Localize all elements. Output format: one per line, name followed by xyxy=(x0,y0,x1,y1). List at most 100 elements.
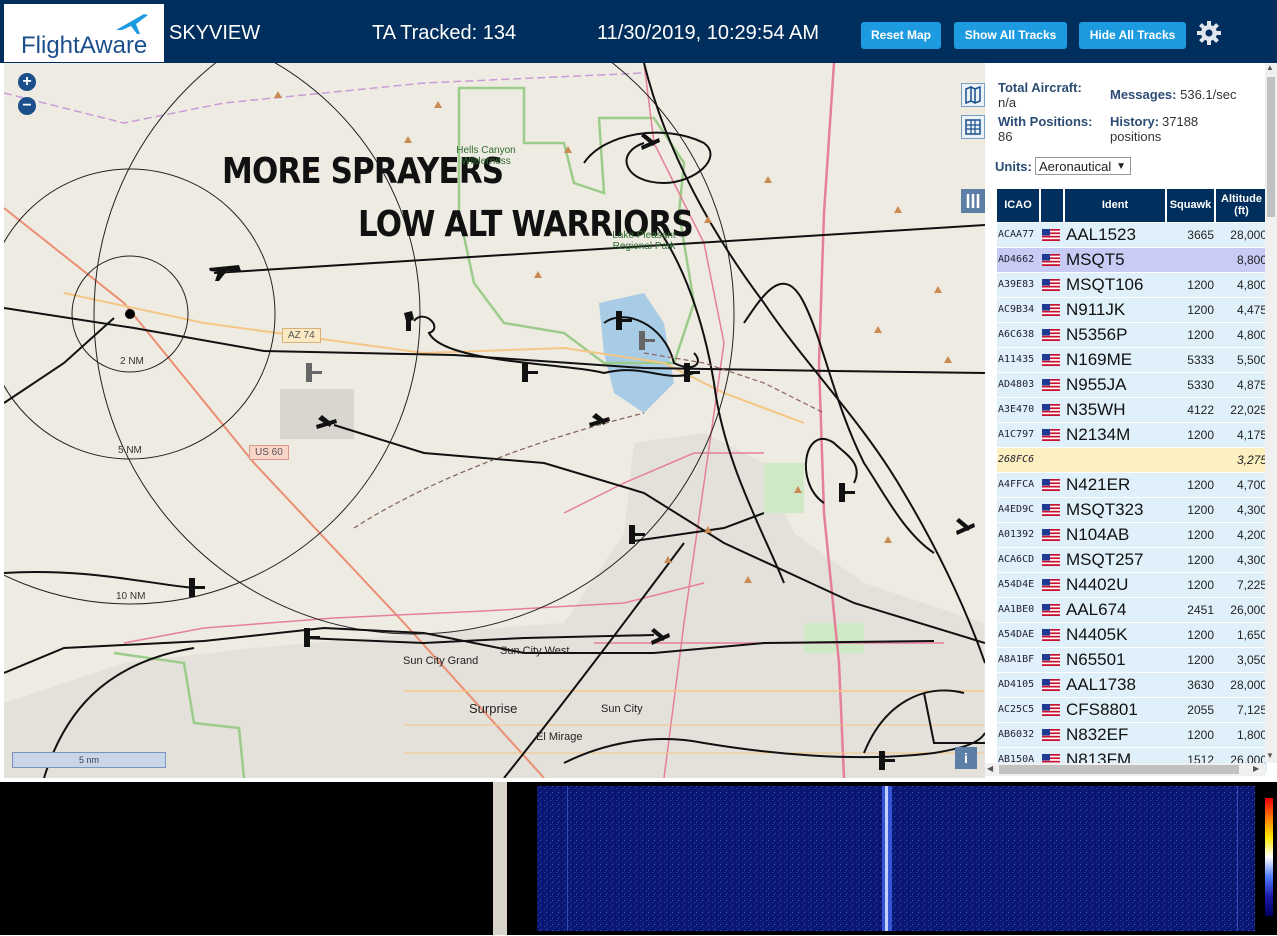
icao-cell: AC25C5 xyxy=(998,704,1035,715)
ident-cell: MSQT106 xyxy=(1066,275,1144,294)
table-row[interactable]: AD4105 AAL1738 3630 28,000 xyxy=(997,673,1267,698)
lower-left-panel xyxy=(0,782,493,935)
squawk-cell: 2451 xyxy=(1187,603,1214,617)
grid-toggle-button[interactable] xyxy=(961,115,985,139)
table-row[interactable]: AD4803 N955JA 5330 4,875 xyxy=(997,373,1267,398)
table-row[interactable]: AC25C5 CFS8801 2055 7,125 xyxy=(997,698,1267,723)
total-aircraft-value: n/a xyxy=(998,95,1017,110)
icao-cell: A8A1BF xyxy=(998,654,1035,665)
icao-cell: 268FC6 xyxy=(998,454,1035,465)
squawk-cell: 4122 xyxy=(1187,403,1214,417)
hide-all-tracks-button[interactable]: Hide All Tracks xyxy=(1079,22,1186,49)
col-squawk[interactable]: Squawk xyxy=(1167,189,1214,222)
us-flag-icon xyxy=(1042,648,1062,672)
table-row[interactable]: A01392 N104AB 1200 4,200 xyxy=(997,523,1267,548)
table-row[interactable]: AD4662 MSQT5 8,800 xyxy=(997,248,1267,273)
us-flag-icon xyxy=(1042,698,1062,722)
icao-cell: ACAA77 xyxy=(998,229,1035,240)
place-surprise: Surprise xyxy=(469,701,518,716)
icao-cell: A39E83 xyxy=(998,279,1035,290)
icao-cell: AD4105 xyxy=(998,679,1035,690)
table-row[interactable]: A11435 N169ME 5333 5,500 xyxy=(997,348,1267,373)
ident-cell: AAL1738 xyxy=(1066,675,1136,694)
scroll-left-icon[interactable]: ◀ xyxy=(987,764,993,773)
units-selected-value: Aeronautical xyxy=(1039,159,1112,174)
info-icon[interactable]: i xyxy=(955,747,977,769)
column-toggle-button[interactable] xyxy=(961,189,985,213)
squawk-cell: 1200 xyxy=(1187,728,1214,742)
us-flag-icon xyxy=(1042,598,1062,622)
panel-vertical-scrollbar[interactable]: ▲ ▼ xyxy=(1265,63,1277,763)
table-row[interactable]: 268FC6 3,275 xyxy=(997,448,1267,473)
us-flag-icon xyxy=(1042,423,1062,447)
altitude-cell: 4,300 xyxy=(1236,503,1267,517)
squawk-cell: 1200 xyxy=(1187,278,1214,292)
place-sun-city: Sun City xyxy=(601,703,643,715)
us-flag-icon xyxy=(1042,398,1062,422)
table-row[interactable]: A8A1BF N65501 1200 3,050 xyxy=(997,648,1267,673)
us-flag-icon xyxy=(1042,548,1062,572)
units-select[interactable]: Aeronautical ▼ xyxy=(1035,157,1131,175)
table-row[interactable]: A6C638 N5356P 1200 4,800 xyxy=(997,323,1267,348)
table-row[interactable]: A39E83 MSQT106 1200 4,800 xyxy=(997,273,1267,298)
altitude-cell: 7,125 xyxy=(1236,703,1267,717)
panel-divider[interactable] xyxy=(493,782,507,935)
map-view[interactable]: MORE SPRAYERS LOW ALT WARRIORS 2 NM 5 NM… xyxy=(4,63,985,778)
place-el-mirage: El Mirage xyxy=(536,731,583,743)
us-flag-icon xyxy=(1042,498,1062,522)
table-row[interactable]: A3E470 N35WH 4122 22,025 xyxy=(997,398,1267,423)
reset-map-button[interactable]: Reset Map xyxy=(861,22,941,49)
messages-stat: Messages: 536.1/sec xyxy=(1110,87,1236,102)
total-aircraft-label: Total Aircraft: xyxy=(998,80,1082,95)
altitude-cell: 8,800 xyxy=(1236,253,1267,267)
aircraft-panel: Total Aircraft: n/a Messages: 536.1/sec … xyxy=(985,63,1277,778)
airplane-logo-icon xyxy=(116,14,148,34)
show-all-tracks-button[interactable]: Show All Tracks xyxy=(954,22,1067,49)
scroll-up-icon[interactable]: ▲ xyxy=(1266,63,1274,72)
scroll-down-icon[interactable]: ▼ xyxy=(1266,751,1274,760)
table-row[interactable]: ACAA77 AAL1523 3665 28,000 xyxy=(997,223,1267,248)
table-row[interactable]: AA1BE0 AAL674 2451 26,000 xyxy=(997,598,1267,623)
col-flag[interactable] xyxy=(1041,189,1063,222)
table-row[interactable]: AB6032 N832EF 1200 1,800 xyxy=(997,723,1267,748)
squawk-cell: 3665 xyxy=(1187,228,1214,242)
table-row[interactable]: ACA6CD MSQT257 1200 4,300 xyxy=(997,548,1267,573)
table-row[interactable]: A1C797 N2134M 1200 4,175 xyxy=(997,423,1267,448)
table-row[interactable]: A54DAE N4405K 1200 1,650 xyxy=(997,623,1267,648)
altitude-cell: 1,800 xyxy=(1236,728,1267,742)
col-ident[interactable]: Ident xyxy=(1065,189,1165,222)
road-label-az74: AZ 74 xyxy=(282,328,321,343)
altitude-cell: 4,300 xyxy=(1236,553,1267,567)
altitude-cell: 1,650 xyxy=(1236,628,1267,642)
scroll-right-icon[interactable]: ▶ xyxy=(1253,764,1259,773)
panel-horizontal-scrollbar[interactable]: ◀ ▶ xyxy=(985,763,1265,776)
ident-cell: N4405K xyxy=(1066,625,1128,644)
squawk-cell: 1200 xyxy=(1187,328,1214,342)
col-altitude[interactable]: Altitude (ft) xyxy=(1216,189,1267,222)
squawk-cell: 1200 xyxy=(1187,628,1214,642)
ident-cell: N4402U xyxy=(1066,575,1129,594)
zoom-out-button[interactable]: − xyxy=(18,97,36,115)
col-icao[interactable]: ICAO xyxy=(997,189,1039,222)
ident-cell: MSQT323 xyxy=(1066,500,1144,519)
altitude-cell: 4,200 xyxy=(1236,528,1267,542)
altitude-cell: 3,275 xyxy=(1236,453,1267,467)
gear-icon[interactable] xyxy=(1196,20,1222,46)
squawk-cell: 1200 xyxy=(1187,653,1214,667)
icao-cell: A11435 xyxy=(998,354,1035,365)
grid-icon xyxy=(965,119,981,135)
table-row[interactable]: A54D4E N4402U 1200 7,225 xyxy=(997,573,1267,598)
messages-label: Messages: xyxy=(1110,87,1177,102)
scrollbar-thumb[interactable] xyxy=(1267,77,1275,217)
icao-cell: AC9B34 xyxy=(998,304,1035,315)
table-row[interactable]: A4FFCA N421ER 1200 4,700 xyxy=(997,473,1267,498)
zoom-in-button[interactable]: + xyxy=(18,73,36,91)
table-row[interactable]: A4ED9C MSQT323 1200 4,300 xyxy=(997,498,1267,523)
place-lake-pleasant: Lake Pleasant Regional Park xyxy=(612,230,676,252)
hscrollbar-thumb[interactable] xyxy=(999,765,1239,774)
flightaware-logo[interactable]: FlightAware xyxy=(4,4,164,62)
map-layers-button[interactable] xyxy=(961,83,985,107)
ident-cell: N2134M xyxy=(1066,425,1131,444)
us-flag-icon xyxy=(1042,298,1062,322)
table-row[interactable]: AC9B34 N911JK 1200 4,475 xyxy=(997,298,1267,323)
